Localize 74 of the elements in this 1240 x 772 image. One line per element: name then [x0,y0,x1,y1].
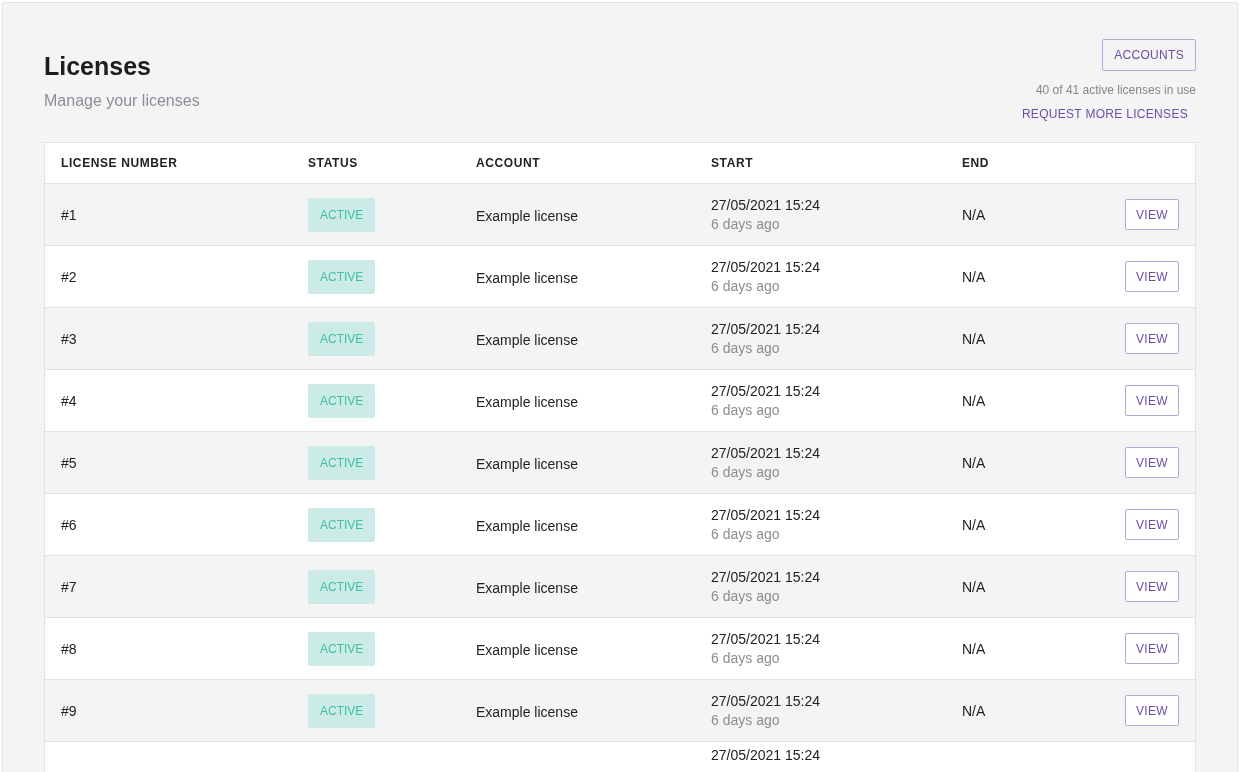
account-name: Example license [476,330,578,350]
view-button[interactable]: VIEW [1125,385,1179,416]
start-relative-time: 6 days ago [711,276,781,296]
status-badge: ACTIVE [308,693,376,728]
license-number: #9 [61,702,77,719]
end-date: N/A [962,640,986,657]
end-date: N/A [962,516,986,533]
account-name: Example license [476,640,578,660]
account-name: Example license [476,702,578,722]
status-badge: ACTIVE [308,321,376,356]
column-header: START [711,155,754,172]
start-relative-time: 6 days ago [711,586,781,606]
view-button[interactable]: VIEW [1125,323,1179,354]
end-date: N/A [962,578,986,595]
usage-text: 40 of 41 active licenses in use [1035,82,1196,99]
end-date: N/A [962,702,986,719]
status-badge: ACTIVE [308,197,376,232]
view-button[interactable]: VIEW [1125,571,1179,602]
account-name: Example license [476,206,578,226]
account-name: Example license [476,578,578,598]
end-date: N/A [962,268,986,285]
start-date: 27/05/2021 15:24 [711,319,821,339]
start-relative-time: 6 days ago [711,214,781,234]
start-date: 27/05/2021 15:24 [711,746,821,765]
license-number: #1 [61,206,77,223]
start-date: 27/05/2021 15:24 [711,567,821,587]
start-date: 27/05/2021 15:24 [711,195,821,215]
account-name: Example license [476,454,578,474]
status-badge: ACTIVE [308,569,376,604]
license-number: #2 [61,268,77,285]
start-date: 27/05/2021 15:24 [711,629,821,649]
account-name: Example license [476,268,578,288]
request-licenses-link[interactable]: REQUEST MORE LICENSES [1021,105,1188,123]
page-title: Licenses [44,51,152,81]
page-subtitle: Manage your licenses [44,91,200,111]
start-relative-time: 6 days ago [711,710,781,730]
status-badge: ACTIVE [308,631,376,666]
end-date: N/A [962,206,986,223]
status-badge: ACTIVE [308,259,376,294]
start-date: 27/05/2021 15:24 [711,257,821,277]
start-date: 27/05/2021 15:24 [711,443,821,463]
end-date: N/A [962,392,986,409]
column-header: ACCOUNT [476,155,541,172]
account-name: Example license [476,392,578,412]
status-badge: ACTIVE [308,445,376,480]
license-number: #8 [61,640,77,657]
start-date: 27/05/2021 15:24 [711,505,821,525]
start-relative-time: 6 days ago [711,524,781,544]
view-button[interactable]: VIEW [1125,633,1179,664]
license-number: #6 [61,516,77,533]
license-number: #5 [61,454,77,471]
start-date: 27/05/2021 15:24 [711,381,821,401]
start-relative-time: 6 days ago [711,462,781,482]
view-button[interactable]: VIEW [1125,261,1179,292]
column-header: LICENSE NUMBER [61,155,178,172]
accounts-button[interactable]: ACCOUNTS [1102,39,1196,71]
license-number: #4 [61,392,77,409]
start-relative-time: 6 days ago [711,338,781,358]
end-date: N/A [962,454,986,471]
status-badge: ACTIVE [308,383,376,418]
start-relative-time: 6 days ago [711,400,781,420]
account-name: Example license [476,516,578,536]
view-button[interactable]: VIEW [1125,509,1179,540]
end-date: N/A [962,330,986,347]
view-button[interactable]: VIEW [1125,695,1179,726]
view-button[interactable]: VIEW [1125,199,1179,230]
license-number: #3 [61,330,77,347]
start-relative-time: 6 days ago [711,648,781,668]
license-number: #7 [61,578,77,595]
status-badge: ACTIVE [308,507,376,542]
view-button[interactable]: VIEW [1125,447,1179,478]
column-header: STATUS [308,155,358,172]
column-header: END [962,155,990,172]
start-date: 27/05/2021 15:24 [711,691,821,711]
